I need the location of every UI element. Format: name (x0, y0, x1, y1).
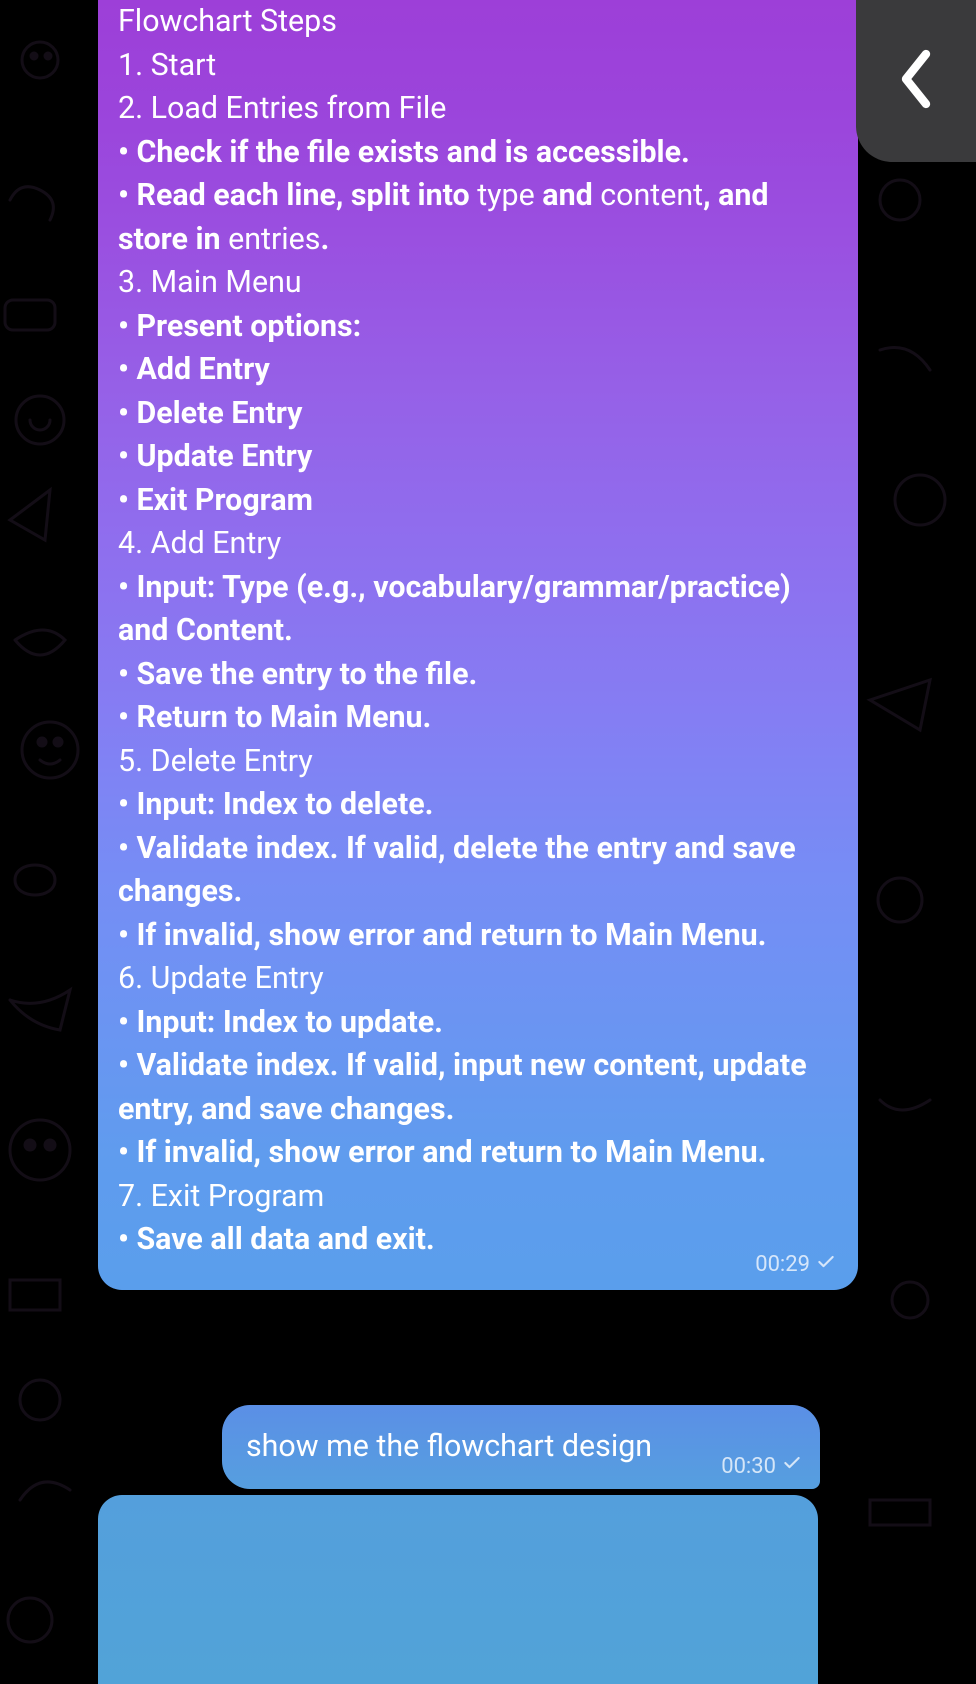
step: Load Entries from File (151, 91, 447, 126)
bullet: • Validate index. If valid, input new co… (118, 1048, 807, 1127)
incoming-message-bubble[interactable]: Flowchart Steps 1. Start 2. Load Entries… (98, 0, 858, 1290)
bullet: • Exit Program (118, 483, 313, 518)
message-timestamp: 00:29 (755, 1252, 836, 1278)
time-text: 00:30 (721, 1454, 776, 1479)
step-num: 4. (118, 526, 151, 561)
step: Main Menu (151, 265, 302, 300)
code-word: content (600, 178, 703, 213)
step: Add Entry (151, 526, 282, 561)
bullet-part: • Read each line, split into (118, 178, 477, 213)
side-panel-tab[interactable] (856, 0, 976, 162)
step-num: 7. (118, 1179, 151, 1214)
bullet: • Add Entry (118, 352, 270, 387)
step-num: 3. (118, 265, 151, 300)
incoming-message-bubble-partial[interactable] (98, 1495, 818, 1684)
code-word: type (477, 178, 535, 213)
step: Update Entry (151, 961, 324, 996)
bullet: • If invalid, show error and return to M… (118, 918, 766, 953)
message-content: Flowchart Steps 1. Start 2. Load Entries… (118, 0, 838, 1262)
bullet: • Validate index. If valid, delete the e… (118, 831, 796, 910)
step-num: 5. (118, 744, 151, 779)
read-check-icon (782, 1453, 802, 1479)
bullet: • Save the entry to the file. (118, 657, 477, 692)
bullet: • Input: Type (e.g., vocabulary/grammar/… (118, 570, 791, 649)
step: Exit Program (151, 1179, 325, 1214)
bullet: • Update Entry (118, 439, 312, 474)
heading: Flowchart Steps (118, 4, 337, 39)
bullet: • Save all data and exit. (118, 1222, 435, 1257)
time-text: 00:29 (755, 1252, 810, 1277)
outgoing-message-bubble[interactable]: show me the flowchart design 00:30 (222, 1405, 820, 1489)
outgoing-timestamp: 00:30 (721, 1453, 802, 1479)
bullet: • Check if the file exists and is access… (118, 135, 690, 170)
read-check-icon (816, 1252, 836, 1278)
chevron-left-icon (896, 49, 936, 113)
chat-container: Flowchart Steps 1. Start 2. Load Entries… (0, 0, 976, 1684)
bullet: • Present options: (118, 309, 361, 344)
bullet: • Return to Main Menu. (118, 700, 431, 735)
bullet: • Input: Index to update. (118, 1005, 443, 1040)
step: Delete Entry (151, 744, 313, 779)
bullet: • If invalid, show error and return to M… (118, 1135, 766, 1170)
step-num: 1. (118, 48, 151, 83)
bullet-part: . (320, 222, 329, 257)
outgoing-message-text: show me the flowchart design (246, 1432, 652, 1462)
bullet: • Delete Entry (118, 396, 302, 431)
bullet: • Input: Index to delete. (118, 787, 433, 822)
step-num: 6. (118, 961, 151, 996)
bullet-part: and (535, 178, 601, 213)
code-word: entries (228, 222, 320, 257)
step: Start (151, 48, 217, 83)
step-num: 2. (118, 91, 151, 126)
